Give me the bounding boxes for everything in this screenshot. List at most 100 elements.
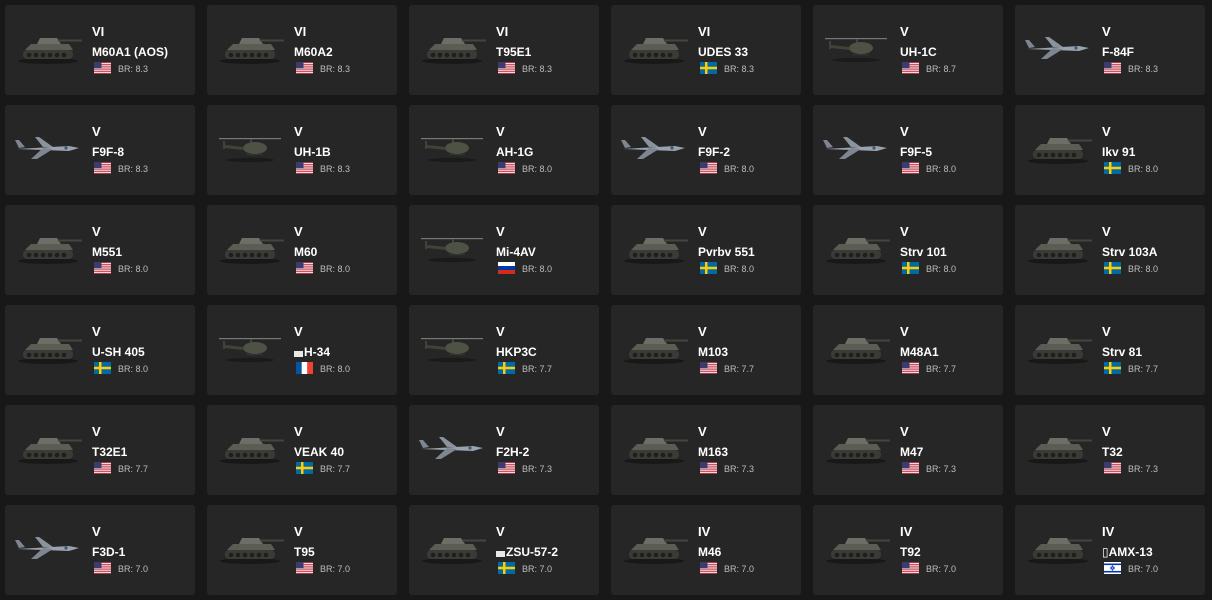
usa-flag-icon [700, 462, 717, 474]
vehicle-card[interactable]: V M48A1 BR: 7.7 [813, 305, 1003, 395]
russia-flag-icon [498, 262, 515, 274]
vehicle-name: T95 [294, 545, 315, 559]
vehicle-name-row: ZSU-57-2 [496, 545, 558, 559]
vehicle-rank: V [1102, 324, 1111, 339]
vehicle-card[interactable]: V M163 BR: 7.3 [611, 405, 801, 495]
vehicle-card[interactable]: IV T92 BR: 7.0 [813, 505, 1003, 595]
vehicle-name-row: M60 [294, 245, 317, 259]
helicopter-icon [415, 127, 489, 167]
vehicle-name-row: UH-1B [294, 145, 331, 159]
usa-flag-icon [1104, 62, 1121, 74]
vehicle-name: T95E1 [496, 45, 532, 59]
vehicle-card[interactable]: V M60 BR: 8.0 [207, 205, 397, 295]
tank-icon [617, 227, 691, 267]
france-flag-icon [296, 362, 313, 374]
vehicle-card[interactable]: IV ▯AMX-13 BR: 7.0 [1015, 505, 1205, 595]
vehicle-rank: IV [1102, 524, 1115, 539]
vehicle-card[interactable]: V VEAK 40 BR: 7.7 [207, 405, 397, 495]
usa-flag-icon [902, 362, 919, 374]
vehicle-name-row: F9F-2 [698, 145, 730, 159]
vehicle-rank: V [1102, 24, 1111, 39]
tank-icon [1021, 527, 1095, 567]
vehicle-name: T92 [900, 545, 921, 559]
vehicle-rank: V [496, 424, 505, 439]
vehicle-name-row: UDES 33 [698, 45, 748, 59]
battle-rating: BR: 8.3 [724, 64, 755, 74]
vehicle-card[interactable]: VI M60A1 (AOS) BR: 8.3 [5, 5, 195, 95]
battle-rating: BR: 8.0 [724, 264, 755, 274]
vehicle-card[interactable]: IV M46 BR: 7.0 [611, 505, 801, 595]
vehicle-card[interactable]: V UH-1C BR: 8.7 [813, 5, 1003, 95]
vehicle-card[interactable]: V Mi-4AV BR: 8.0 [409, 205, 599, 295]
vehicle-card[interactable]: V U-SH 405 BR: 8.0 [5, 305, 195, 395]
vehicle-rank: VI [698, 24, 711, 39]
jet-icon [11, 127, 85, 167]
sweden-flag-icon [1104, 262, 1121, 274]
vehicle-card[interactable]: V UH-1B BR: 8.3 [207, 105, 397, 195]
vehicle-card[interactable]: V T32E1 BR: 7.7 [5, 405, 195, 495]
tank-icon [415, 527, 489, 567]
vehicle-rank: V [698, 424, 707, 439]
vehicle-card[interactable]: V F2H-2 BR: 7.3 [409, 405, 599, 495]
vehicle-rank: V [294, 524, 303, 539]
usa-flag-icon [94, 462, 111, 474]
vehicle-card[interactable]: V F-84F BR: 8.3 [1015, 5, 1205, 95]
helicopter-icon [415, 327, 489, 367]
battle-rating: BR: 8.0 [926, 164, 957, 174]
battle-rating: BR: 8.3 [1128, 64, 1159, 74]
vehicle-card[interactable]: V Strv 101 BR: 8.0 [813, 205, 1003, 295]
usa-flag-icon [296, 262, 313, 274]
vehicle-card[interactable]: V Ikv 91 BR: 8.0 [1015, 105, 1205, 195]
vehicle-rank: V [294, 424, 303, 439]
vehicle-rank: V [1102, 424, 1111, 439]
vehicle-card[interactable]: V F9F-8 BR: 8.3 [5, 105, 195, 195]
vehicle-name: Ikv 91 [1102, 145, 1136, 159]
placeholder-glyph-icon [496, 551, 505, 557]
vehicle-card[interactable]: V ZSU-57-2 BR: 7.0 [409, 505, 599, 595]
tank-icon [1021, 427, 1095, 467]
vehicle-card[interactable]: V Strv 81 BR: 7.7 [1015, 305, 1205, 395]
vehicle-card[interactable]: V M551 BR: 8.0 [5, 205, 195, 295]
vehicle-card[interactable]: VI T95E1 BR: 8.3 [409, 5, 599, 95]
tank-icon [213, 27, 287, 67]
sweden-flag-icon [498, 362, 515, 374]
vehicle-rank: V [698, 124, 707, 139]
vehicle-card[interactable]: V F9F-5 BR: 8.0 [813, 105, 1003, 195]
jet-icon [415, 427, 489, 467]
vehicle-card[interactable]: V Strv 103A BR: 8.0 [1015, 205, 1205, 295]
vehicle-card[interactable]: VI M60A2 BR: 8.3 [207, 5, 397, 95]
tank-icon [819, 527, 893, 567]
vehicle-name: HKP3C [496, 345, 537, 359]
vehicle-rank: V [496, 124, 505, 139]
battle-rating: BR: 8.0 [1128, 264, 1159, 274]
usa-flag-icon [94, 562, 111, 574]
vehicle-card[interactable]: V F3D-1 BR: 7.0 [5, 505, 195, 595]
vehicle-name: M163 [698, 445, 729, 459]
vehicle-card[interactable]: V M103 BR: 7.7 [611, 305, 801, 395]
helicopter-icon [819, 27, 893, 67]
vehicle-card[interactable]: V HKP3C BR: 7.7 [409, 305, 599, 395]
jet-icon [819, 127, 893, 167]
battle-rating: BR: 8.0 [926, 264, 957, 274]
vehicle-card[interactable]: VI UDES 33 BR: 8.3 [611, 5, 801, 95]
vehicle-name: F9F-5 [900, 145, 933, 159]
vehicle-card[interactable]: V T32 BR: 7.3 [1015, 405, 1205, 495]
vehicle-name: T32 [1102, 445, 1123, 459]
vehicle-rank: V [294, 124, 303, 139]
vehicle-rank: V [92, 224, 101, 239]
vehicle-card[interactable]: V Pvrbv 551 BR: 8.0 [611, 205, 801, 295]
vehicle-name-row: Strv 103A [1102, 245, 1157, 259]
vehicle-card[interactable]: V M47 BR: 7.3 [813, 405, 1003, 495]
vehicle-card[interactable]: V H-34 BR: 8.0 [207, 305, 397, 395]
tank-icon [11, 427, 85, 467]
vehicle-name-row: T32 [1102, 445, 1123, 459]
vehicle-card[interactable]: V F9F-2 BR: 8.0 [611, 105, 801, 195]
tank-icon [617, 427, 691, 467]
tank-icon [213, 427, 287, 467]
sweden-flag-icon [902, 262, 919, 274]
vehicle-card[interactable]: V AH-1G BR: 8.0 [409, 105, 599, 195]
usa-flag-icon [296, 162, 313, 174]
vehicle-card[interactable]: V T95 BR: 7.0 [207, 505, 397, 595]
tank-icon [11, 27, 85, 67]
jet-icon [11, 527, 85, 567]
